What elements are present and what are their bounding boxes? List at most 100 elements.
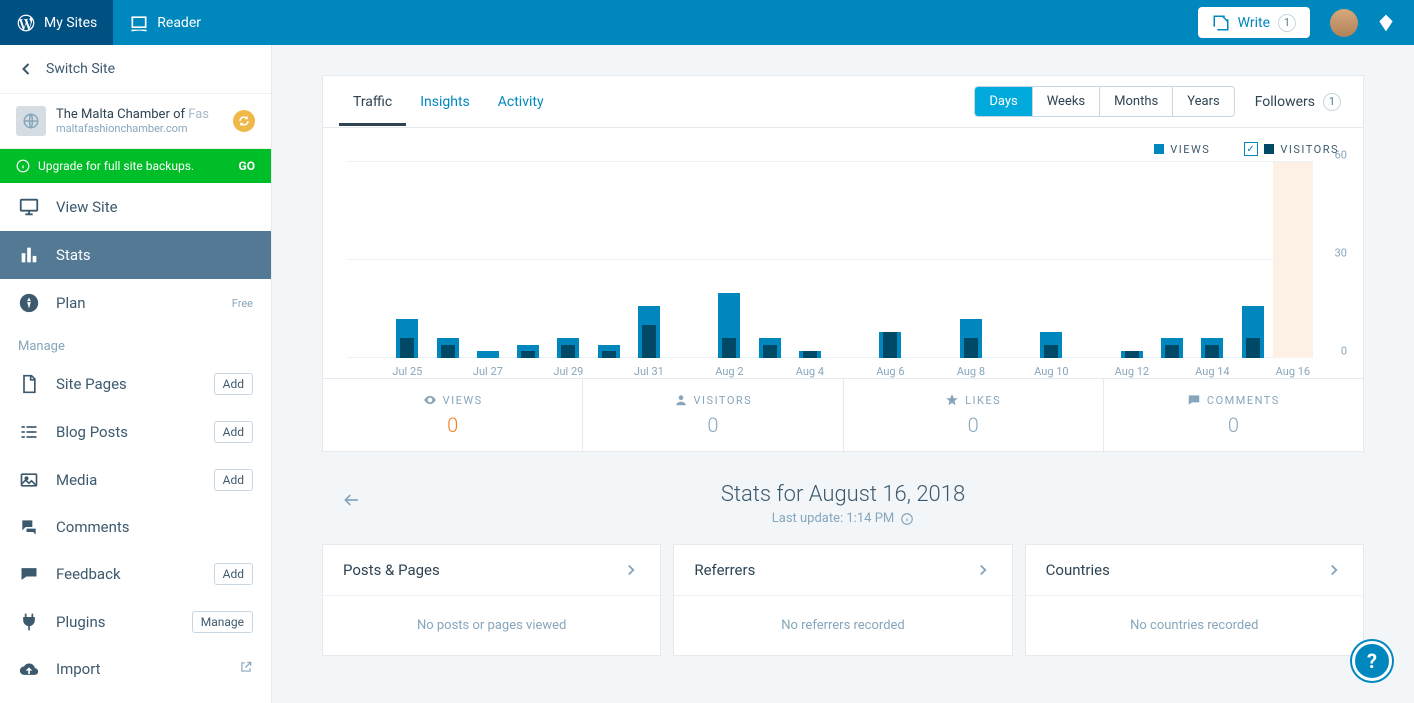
x-tick xyxy=(1233,365,1273,378)
tabs-card: Traffic Insights Activity Days Weeks Mon… xyxy=(322,75,1364,128)
tab-insights[interactable]: Insights xyxy=(406,78,484,126)
sidebar-item-plugins[interactable]: Plugins Manage xyxy=(0,598,271,646)
x-tick: Aug 12 xyxy=(1112,365,1152,378)
bar-col[interactable] xyxy=(1233,162,1273,358)
bar-col[interactable] xyxy=(428,162,468,358)
x-tick: Jul 25 xyxy=(387,365,427,378)
bar-col[interactable] xyxy=(709,162,749,358)
globe-icon xyxy=(16,106,46,136)
legend-visitors[interactable]: ✓VISITORS xyxy=(1244,142,1339,156)
bar-col[interactable] xyxy=(589,162,629,358)
bar-col[interactable] xyxy=(508,162,548,358)
followers-link[interactable]: Followers 1 xyxy=(1235,93,1347,111)
sidebar-item-plan[interactable]: Plan Free xyxy=(0,279,271,327)
stat-visitors[interactable]: VISITORS 0 xyxy=(582,379,842,451)
sidebar-item-feedback[interactable]: Feedback Add xyxy=(0,550,271,598)
sidebar-item-media[interactable]: Media Add xyxy=(0,456,271,504)
arrow-left-icon[interactable] xyxy=(342,490,362,510)
bar-col[interactable] xyxy=(750,162,790,358)
comment-icon xyxy=(1187,393,1201,407)
tab-activity[interactable]: Activity xyxy=(484,78,558,126)
x-tick xyxy=(347,365,387,378)
sidebar-item-label: Feedback xyxy=(56,565,198,583)
range-days[interactable]: Days xyxy=(975,87,1031,116)
x-tick: Aug 10 xyxy=(1031,365,1071,378)
bar-col[interactable] xyxy=(1192,162,1232,358)
sidebar-item-comments[interactable]: Comments xyxy=(0,504,271,550)
info-icon[interactable] xyxy=(900,512,914,526)
checkbox-icon: ✓ xyxy=(1244,142,1258,156)
sidebar-item-blog-posts[interactable]: Blog Posts Add xyxy=(0,408,271,456)
x-tick: Jul 29 xyxy=(548,365,588,378)
bar-col[interactable] xyxy=(1112,162,1152,358)
x-tick xyxy=(428,365,468,378)
stat-views[interactable]: VIEWS 0 xyxy=(323,379,582,451)
range-weeks[interactable]: Weeks xyxy=(1032,87,1099,116)
x-axis: Jul 25Jul 27Jul 29Jul 31Aug 2Aug 4Aug 6A… xyxy=(347,365,1313,378)
bar-col[interactable] xyxy=(548,162,588,358)
bar-col[interactable] xyxy=(1072,162,1112,358)
chart-legend: VIEWS ✓VISITORS xyxy=(323,128,1363,162)
sidebar-item-stats[interactable]: Stats xyxy=(0,231,271,279)
upgrade-go: GO xyxy=(239,159,255,173)
bar-col[interactable] xyxy=(1273,162,1313,358)
sidebar-item-view-site[interactable]: View Site xyxy=(0,183,271,231)
bar-col[interactable] xyxy=(830,162,870,358)
y-tick: 30 xyxy=(1335,247,1347,260)
x-tick xyxy=(750,365,790,378)
help-button[interactable]: ? xyxy=(1352,641,1392,681)
card-header[interactable]: Posts & Pages xyxy=(323,545,660,596)
bar-col[interactable] xyxy=(951,162,991,358)
bar-col[interactable] xyxy=(870,162,910,358)
chart-card: VIEWS ✓VISITORS 03060 Jul 25Jul 27Jul 29… xyxy=(322,128,1364,452)
bar-col[interactable] xyxy=(629,162,669,358)
range-months[interactable]: Months xyxy=(1099,87,1172,116)
manage-button[interactable]: Manage xyxy=(192,611,253,633)
range-years[interactable]: Years xyxy=(1172,87,1233,116)
list-icon xyxy=(18,422,40,442)
image-icon xyxy=(18,470,40,490)
sidebar-item-label: Plugins xyxy=(56,613,176,631)
nav-reader[interactable]: Reader xyxy=(113,0,217,45)
bar-col[interactable] xyxy=(1031,162,1071,358)
sidebar-item-import[interactable]: Import xyxy=(0,646,271,692)
nav-my-sites[interactable]: My Sites xyxy=(0,0,113,45)
upgrade-banner[interactable]: Upgrade for full site backups. GO xyxy=(0,149,271,183)
notifications-icon[interactable] xyxy=(1376,13,1396,33)
card-header[interactable]: Countries xyxy=(1026,545,1363,596)
eye-icon xyxy=(423,393,437,407)
site-block[interactable]: The Malta Chamber of Fas maltafashioncha… xyxy=(0,94,271,149)
x-tick: Aug 16 xyxy=(1273,365,1313,378)
add-button[interactable]: Add xyxy=(214,373,253,395)
stat-value: 0 xyxy=(323,413,582,437)
bar-col[interactable] xyxy=(1152,162,1192,358)
stat-comments[interactable]: COMMENTS 0 xyxy=(1103,379,1363,451)
add-button[interactable]: Add xyxy=(214,421,253,443)
sidebar-item-label: View Site xyxy=(56,198,253,216)
sidebar-item-site-pages[interactable]: Site Pages Add xyxy=(0,360,271,408)
bar-col[interactable] xyxy=(790,162,830,358)
switch-site[interactable]: Switch Site xyxy=(0,45,271,94)
bar-col[interactable] xyxy=(669,162,709,358)
card-header[interactable]: Referrers xyxy=(674,545,1011,596)
legend-views[interactable]: VIEWS xyxy=(1154,142,1210,156)
stat-likes[interactable]: LIKES 0 xyxy=(843,379,1103,451)
bar-col[interactable] xyxy=(911,162,951,358)
tab-traffic[interactable]: Traffic xyxy=(339,78,406,126)
bar-col[interactable] xyxy=(387,162,427,358)
add-button[interactable]: Add xyxy=(214,563,253,585)
nav-my-sites-label: My Sites xyxy=(44,15,97,31)
chart-area: 03060 Jul 25Jul 27Jul 29Jul 31Aug 2Aug 4… xyxy=(323,162,1363,378)
card-countries: Countries No countries recorded xyxy=(1025,544,1364,656)
plug-icon xyxy=(18,612,40,632)
wordpress-icon xyxy=(16,13,36,33)
write-button[interactable]: Write 1 xyxy=(1198,7,1310,38)
card-body: No posts or pages viewed xyxy=(323,596,660,655)
bar-col[interactable] xyxy=(347,162,387,358)
chevron-right-icon xyxy=(622,561,640,579)
bar-col[interactable] xyxy=(468,162,508,358)
avatar[interactable] xyxy=(1330,9,1358,37)
add-button[interactable]: Add xyxy=(214,469,253,491)
bar-col[interactable] xyxy=(991,162,1031,358)
sidebar-item-label: Stats xyxy=(56,246,253,264)
